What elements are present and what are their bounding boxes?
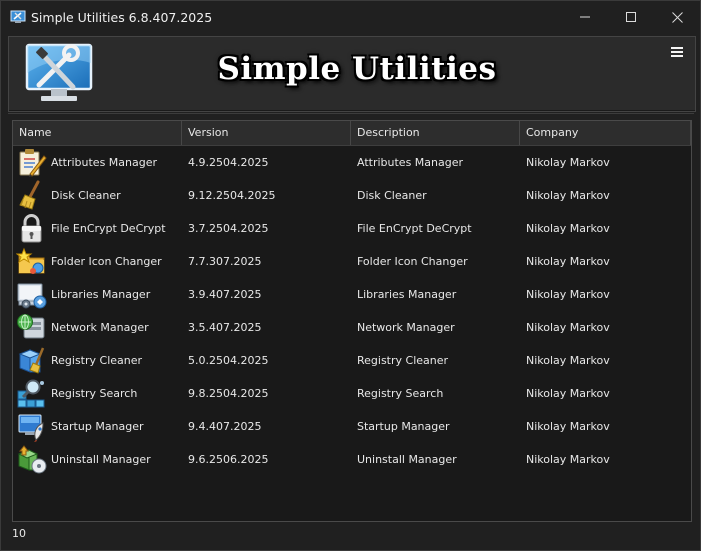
item-version: 4.9.2504.2025: [188, 156, 269, 169]
minimize-icon: [580, 16, 590, 18]
list-item[interactable]: File EnCrypt DeCrypt 3.7.2504.2025 File …: [13, 212, 691, 245]
column-header-company[interactable]: Company: [520, 121, 691, 145]
item-version: 9.8.2504.2025: [188, 387, 269, 400]
item-company: Nikolay Markov: [526, 453, 610, 466]
item-description: Uninstall Manager: [357, 453, 457, 466]
item-company: Nikolay Markov: [526, 321, 610, 334]
item-version: 7.7.307.2025: [188, 255, 262, 268]
item-version: 3.9.407.2025: [188, 288, 262, 301]
network-icon: [17, 314, 45, 339]
app-window: Simple Utilities 6.8.407.2025 Simple Uti…: [0, 0, 701, 551]
item-name: Startup Manager: [51, 420, 144, 433]
name-cell: Network Manager: [13, 312, 182, 343]
utilities-list[interactable]: Name Version Description Company Attribu…: [12, 120, 692, 522]
list-item[interactable]: Disk Cleaner 9.12.2504.2025 Disk Cleaner…: [13, 179, 691, 212]
column-header-version[interactable]: Version: [182, 121, 351, 145]
name-cell: Folder Icon Changer: [13, 246, 182, 277]
padlock-icon: [21, 214, 42, 243]
item-name: Disk Cleaner: [51, 189, 121, 202]
item-description: Libraries Manager: [357, 288, 457, 301]
item-version: 3.7.2504.2025: [188, 222, 269, 235]
broom-icon: [19, 180, 40, 210]
name-cell: Libraries Manager: [13, 279, 182, 310]
item-name: File EnCrypt DeCrypt: [51, 222, 166, 235]
item-version: 3.5.407.2025: [188, 321, 262, 334]
startup-icon: [18, 414, 44, 442]
item-name: Uninstall Manager: [51, 453, 151, 466]
separator: [8, 113, 694, 114]
item-name: Libraries Manager: [51, 288, 151, 301]
item-company: Nikolay Markov: [526, 387, 610, 400]
status-bar: 10: [8, 523, 694, 545]
hamburger-menu-icon[interactable]: [671, 46, 683, 58]
banner-title: Simple Utilities: [217, 51, 497, 87]
item-company: Nikolay Markov: [526, 156, 610, 169]
item-description: Attributes Manager: [357, 156, 464, 169]
item-count: 10: [12, 527, 26, 540]
header-banner: Simple Utilities: [8, 36, 696, 112]
item-version: 9.4.407.2025: [188, 420, 262, 433]
item-company: Nikolay Markov: [526, 255, 610, 268]
name-cell: File EnCrypt DeCrypt: [13, 213, 182, 244]
list-item[interactable]: Startup Manager 9.4.407.2025 Startup Man…: [13, 410, 691, 443]
item-description: Network Manager: [357, 321, 455, 334]
item-name: Folder Icon Changer: [51, 255, 162, 268]
list-item[interactable]: Folder Icon Changer 7.7.307.2025 Folder …: [13, 245, 691, 278]
item-name: Registry Search: [51, 387, 138, 400]
folder-icon: [16, 247, 45, 274]
item-company: Nikolay Markov: [526, 288, 610, 301]
name-cell: Disk Cleaner: [13, 180, 182, 211]
item-description: Registry Search: [357, 387, 444, 400]
list-item[interactable]: Registry Search 9.8.2504.2025 Registry S…: [13, 377, 691, 410]
name-cell: Registry Cleaner: [13, 345, 182, 376]
item-description: Folder Icon Changer: [357, 255, 468, 268]
minimize-button[interactable]: [562, 1, 608, 33]
name-cell: Registry Search: [13, 378, 182, 409]
registry-cleaner-icon: [18, 347, 45, 374]
list-item[interactable]: Libraries Manager 3.9.407.2025 Libraries…: [13, 278, 691, 311]
column-header-name[interactable]: Name: [13, 121, 182, 145]
list-header: Name Version Description Company: [13, 121, 691, 146]
item-version: 5.0.2504.2025: [188, 354, 269, 367]
item-name: Attributes Manager: [51, 156, 158, 169]
item-version: 9.6.2506.2025: [188, 453, 269, 466]
item-name: Registry Cleaner: [51, 354, 143, 367]
item-description: Startup Manager: [357, 420, 450, 433]
uninstall-icon: [17, 445, 47, 474]
close-button[interactable]: [654, 1, 700, 33]
libraries-icon: [17, 283, 47, 309]
maximize-button[interactable]: [608, 1, 654, 33]
attributes-icon: [19, 149, 47, 177]
name-cell: Uninstall Manager: [13, 444, 182, 475]
item-company: Nikolay Markov: [526, 420, 610, 433]
item-name: Network Manager: [51, 321, 149, 334]
item-description: File EnCrypt DeCrypt: [357, 222, 472, 235]
item-description: Disk Cleaner: [357, 189, 427, 202]
item-company: Nikolay Markov: [526, 189, 610, 202]
item-version: 9.12.2504.2025: [188, 189, 276, 202]
name-cell: Attributes Manager: [13, 147, 182, 178]
close-icon: [671, 11, 683, 23]
list-item[interactable]: Registry Cleaner 5.0.2504.2025 Registry …: [13, 344, 691, 377]
name-cell: Startup Manager: [13, 411, 182, 442]
item-company: Nikolay Markov: [526, 354, 610, 367]
item-company: Nikolay Markov: [526, 222, 610, 235]
window-title: Simple Utilities 6.8.407.2025: [31, 9, 213, 25]
title-bar[interactable]: Simple Utilities 6.8.407.2025: [1, 1, 700, 33]
list-item[interactable]: Uninstall Manager 9.6.2506.2025 Uninstal…: [13, 443, 691, 476]
list-item[interactable]: Network Manager 3.5.407.2025 Network Man…: [13, 311, 691, 344]
registry-search-icon: [17, 379, 45, 408]
item-description: Registry Cleaner: [357, 354, 449, 367]
column-header-description[interactable]: Description: [351, 121, 520, 145]
list-item[interactable]: Attributes Manager 4.9.2504.2025 Attribu…: [13, 146, 691, 179]
maximize-icon: [626, 12, 636, 22]
app-icon: [10, 10, 26, 23]
